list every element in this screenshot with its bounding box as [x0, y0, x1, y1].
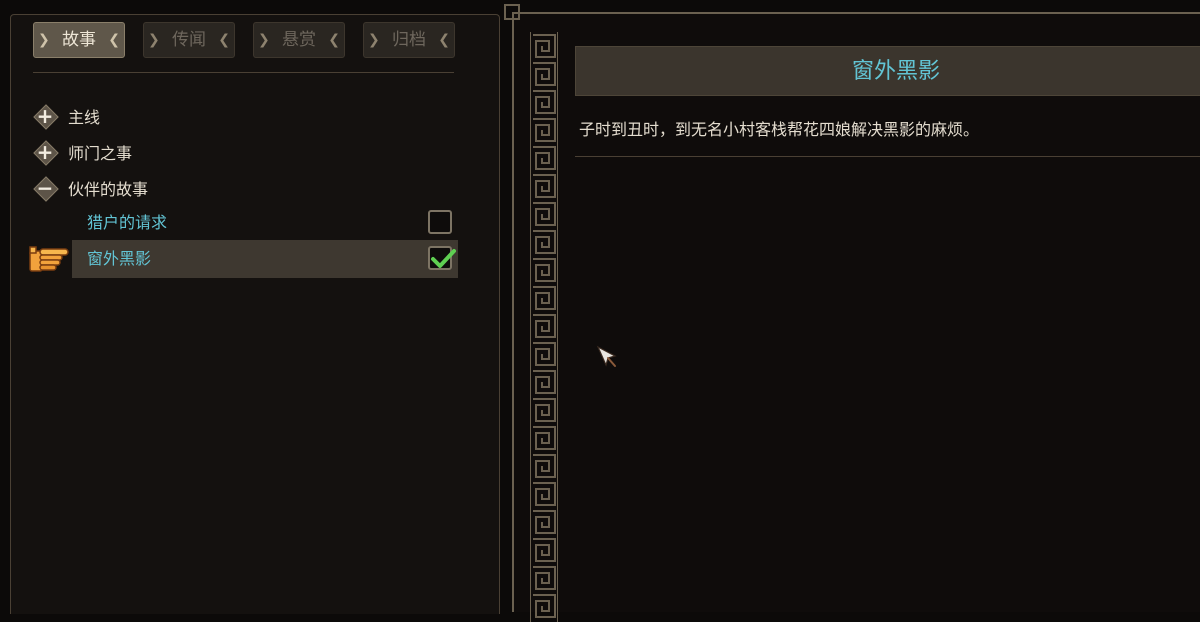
tab-archive-label: 归档 [392, 30, 426, 50]
tab-story[interactable]: ❯ 故事 ❮ [33, 22, 125, 58]
category-label: 师门之事 [68, 144, 133, 163]
quest-title: 窗外黑影 [851, 59, 940, 84]
category-sect-affairs[interactable]: + 师门之事 [34, 138, 132, 166]
tab-bounty[interactable]: ❯ 悬赏 ❮ [253, 22, 345, 58]
chevron-right-icon: ❯ [38, 32, 50, 48]
quest-item-shadow-outside-window[interactable]: 窗外黑影 [72, 240, 458, 278]
category-label: 伙伴的故事 [68, 180, 149, 199]
chevron-right-icon: ❯ [148, 32, 160, 48]
pointing-hand-icon [28, 245, 70, 275]
quest-label: 猎户的请求 [87, 213, 168, 232]
quest-title-bar: 窗外黑影 [575, 46, 1200, 96]
tab-bounty-label: 悬赏 [282, 30, 316, 50]
chevron-right-icon: ❯ [258, 32, 270, 48]
category-companion-stories[interactable]: − 伙伴的故事 [34, 174, 148, 202]
plus-icon[interactable]: + [34, 105, 56, 127]
quest-status-checkbox [428, 210, 452, 234]
quest-detail-panel [504, 4, 1200, 622]
category-label: 主线 [68, 108, 101, 127]
tab-archive[interactable]: ❯ 归档 ❮ [363, 22, 455, 58]
minus-icon[interactable]: − [34, 177, 56, 199]
checkmark-icon [431, 249, 456, 268]
quest-item-hunter-request[interactable]: 猎户的请求 [72, 204, 458, 242]
mouse-cursor-icon [595, 344, 621, 370]
quest-label: 窗外黑影 [87, 249, 152, 268]
tab-rumors-label: 传闻 [172, 30, 206, 50]
chevron-right-icon: ❯ [368, 32, 380, 48]
chevron-left-icon: ❮ [328, 32, 340, 48]
tab-rumors[interactable]: ❯ 传闻 ❮ [143, 22, 235, 58]
chevron-left-icon: ❮ [108, 32, 120, 48]
plus-icon[interactable]: + [34, 141, 56, 163]
category-main-story[interactable]: + 主线 [34, 102, 100, 130]
chevron-left-icon: ❮ [438, 32, 450, 48]
tab-divider [33, 72, 454, 73]
description-divider [575, 156, 1200, 157]
chevron-left-icon: ❮ [218, 32, 230, 48]
tab-story-label: 故事 [62, 30, 96, 50]
quest-description: 子时到丑时，到无名小村客栈帮花四娘解决黑影的麻烦。 [579, 120, 980, 139]
meander-border-decoration [530, 32, 558, 622]
quest-tabs: ❯ 故事 ❮ ❯ 传闻 ❮ ❯ 悬赏 ❮ ❯ 归档 ❮ [33, 22, 457, 58]
quest-status-checkbox [428, 246, 456, 270]
